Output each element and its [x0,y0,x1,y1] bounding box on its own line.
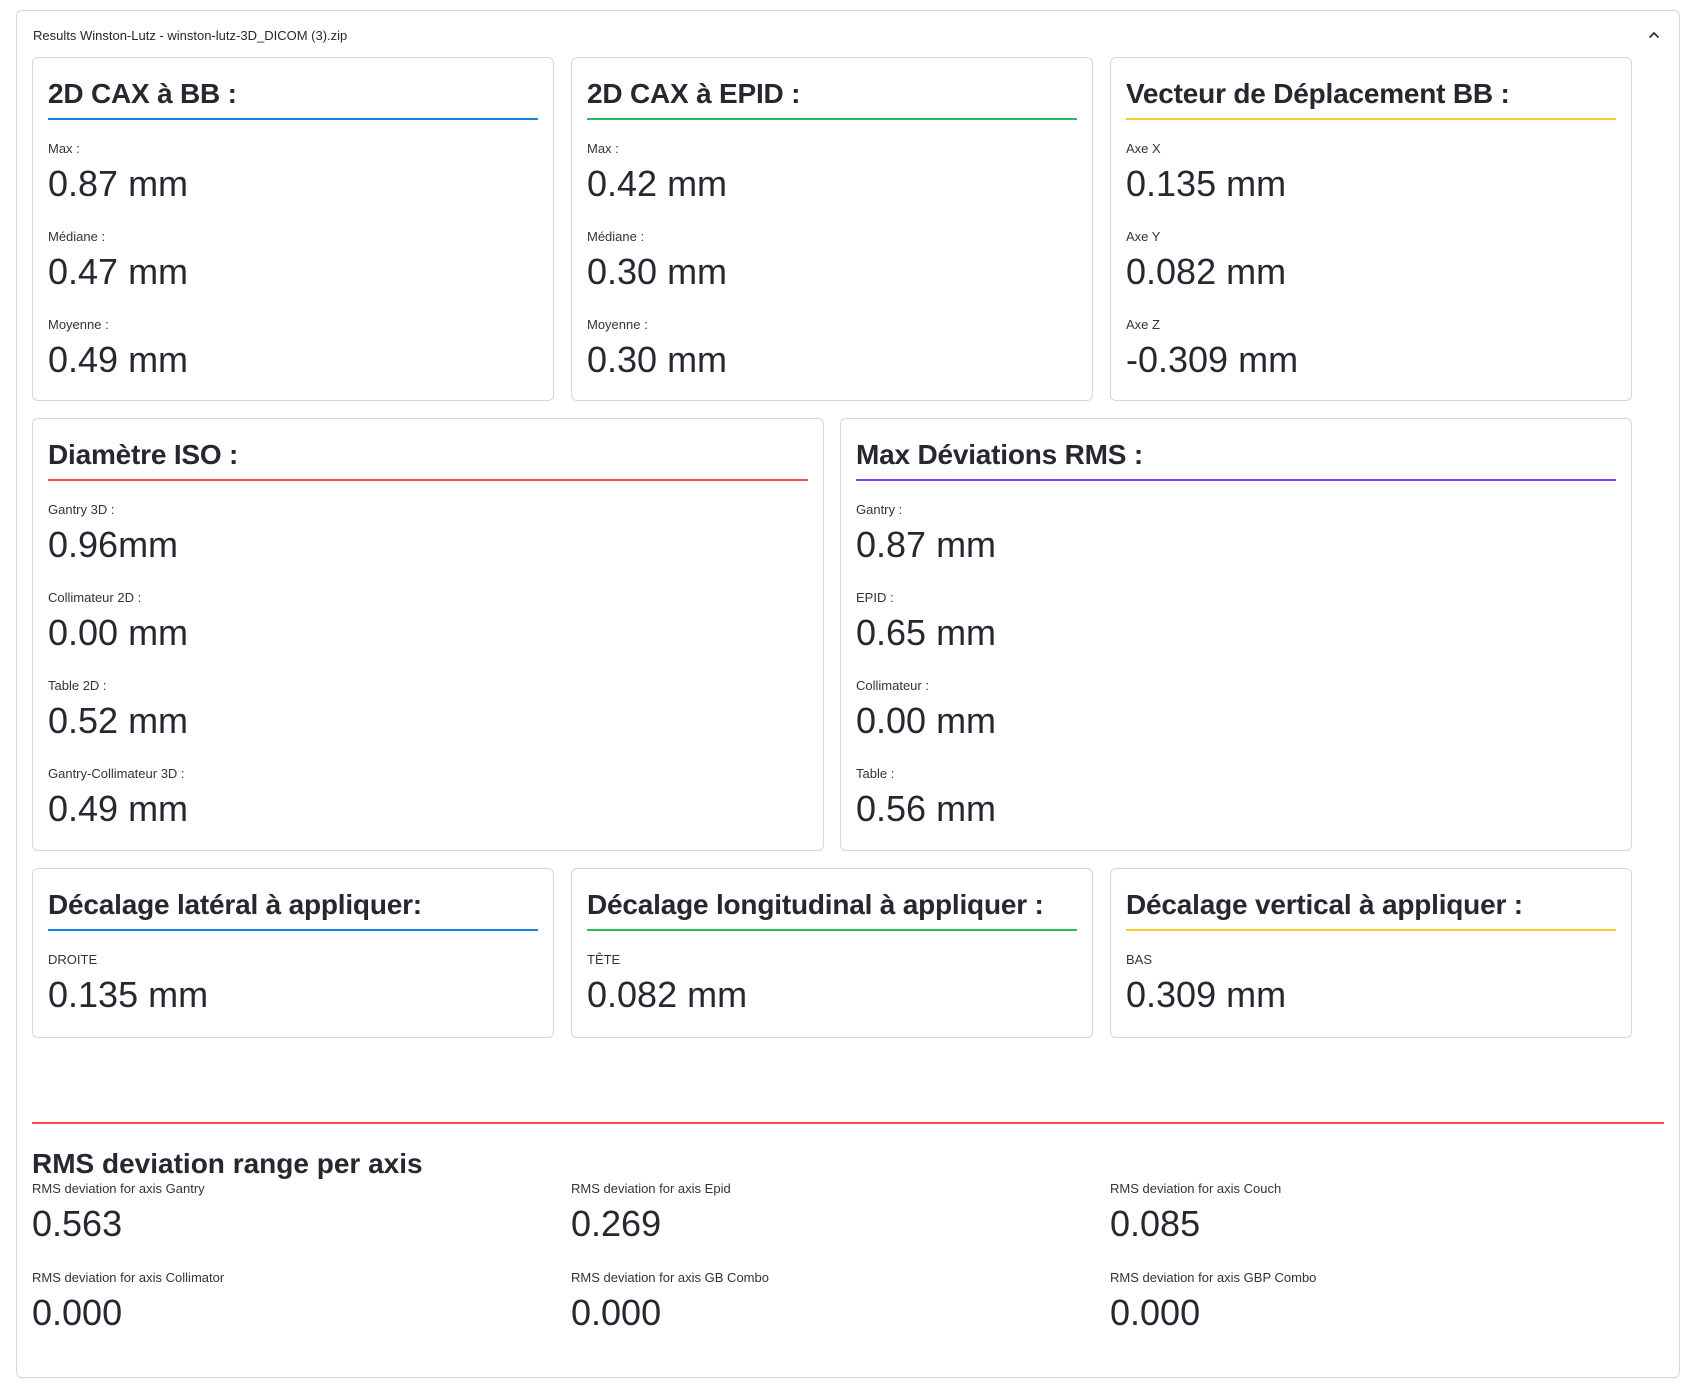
card-decalage-lateral: Décalage latéral à appliquer: DROITE 0.1… [32,868,554,1038]
metric-max: Max : 0.42 mm [587,140,1077,207]
rms-metric-gbp-combo: RMS deviation for axis GBP Combo 0.000 [1110,1269,1610,1336]
metric-label: Table 2D : [48,678,107,693]
rms-metric-gantry: RMS deviation for axis Gantry 0.563 [32,1180,532,1247]
metric-label: TÊTE [587,952,621,967]
rms-metric-collimator: RMS deviation for axis Collimator 0.000 [32,1269,532,1336]
metric-label: Max : [587,141,619,156]
metric-value: 0.87 mm [856,524,997,565]
metric-value: 0.65 mm [856,612,997,653]
card-title: Décalage latéral à appliquer: [48,889,538,931]
metric-label: Gantry : [856,502,903,517]
card-title: Max Déviations RMS : [856,439,1616,481]
expander-header[interactable]: Results Winston-Lutz - winston-lutz-3D_D… [17,11,1679,59]
rms-metric-couch: RMS deviation for axis Couch 0.085 [1110,1180,1610,1247]
metric-label: RMS deviation for axis Couch [1110,1181,1282,1196]
card-diametre-iso: Diamètre ISO : Gantry 3D : 0.96mm Collim… [32,418,824,851]
card-title: Diamètre ISO : [48,439,808,481]
metric-value: 0.00 mm [856,700,997,741]
metric-value: 0.309 mm [1126,974,1287,1015]
rms-metric-gb-combo: RMS deviation for axis GB Combo 0.000 [571,1269,1071,1336]
metric-median: Médiane : 0.30 mm [587,228,1077,295]
card-decalage-longitudinal: Décalage longitudinal à appliquer : TÊTE… [571,868,1093,1038]
metric-label: BAS [1126,952,1153,967]
metric-value: -0.309 mm [1126,339,1299,380]
metric-lateral-shift: DROITE 0.135 mm [48,951,538,1018]
metric-value: 0.47 mm [48,251,189,292]
card-title: Décalage longitudinal à appliquer : [587,889,1077,931]
metric-gantry-3d: Gantry 3D : 0.96mm [48,501,808,568]
metric-value: 0.135 mm [1126,163,1287,204]
metric-label: Médiane : [48,229,106,244]
metric-value: 0.082 mm [1126,251,1287,292]
metric-label: Moyenne : [587,317,648,332]
metric-value: 0.082 mm [587,974,748,1015]
metric-label: RMS deviation for axis GB Combo [571,1270,769,1285]
metric-value: 0.56 mm [856,788,997,829]
card-title: 2D CAX à BB : [48,78,538,120]
card-vecteur-deplacement: Vecteur de Déplacement BB : Axe X 0.135 … [1110,57,1632,401]
metric-label: Axe X [1126,141,1161,156]
chevron-up-icon[interactable] [1645,26,1663,44]
section-title: RMS deviation range per axis [32,1148,423,1179]
metric-epid: EPID : 0.65 mm [856,589,1616,656]
metric-label: Table : [856,766,895,781]
metric-value: 0.96mm [48,524,179,565]
metric-label: DROITE [48,952,98,967]
metric-value: 0.42 mm [587,163,728,204]
metric-collimateur-2d: Collimateur 2D : 0.00 mm [48,589,808,656]
rms-metric-epid: RMS deviation for axis Epid 0.269 [571,1180,1071,1247]
card-cax-epid: 2D CAX à EPID : Max : 0.42 mm Médiane : … [571,57,1093,401]
card-cax-bb: 2D CAX à BB : Max : 0.87 mm Médiane : 0.… [32,57,554,401]
metric-label: RMS deviation for axis Gantry [32,1181,205,1196]
metric-mean: Moyenne : 0.49 mm [48,316,538,383]
metric-value: 0.563 [32,1203,123,1244]
metric-axis-x: Axe X 0.135 mm [1126,140,1616,207]
metric-value: 0.87 mm [48,163,189,204]
metric-label: Max : [48,141,80,156]
metric-axis-y: Axe Y 0.082 mm [1126,228,1616,295]
metric-value: 0.30 mm [587,251,728,292]
card-max-deviations-rms: Max Déviations RMS : Gantry : 0.87 mm EP… [840,418,1632,851]
metric-axis-z: Axe Z -0.309 mm [1126,316,1616,383]
metric-label: EPID : [856,590,894,605]
metric-gantry-collimateur-3d: Gantry-Collimateur 3D : 0.49 mm [48,765,808,832]
metric-longitudinal-shift: TÊTE 0.082 mm [587,951,1077,1018]
metric-label: Axe Y [1126,229,1161,244]
metric-value: 0.000 [571,1292,662,1333]
expander-title: Results Winston-Lutz - winston-lutz-3D_D… [33,27,348,43]
metric-value: 0.000 [32,1292,123,1333]
card-title: Vecteur de Déplacement BB : [1126,78,1616,120]
metric-label: Gantry 3D : [48,502,115,517]
metric-value: 0.000 [1110,1292,1201,1333]
metric-value: 0.00 mm [48,612,189,653]
metric-label: Collimateur 2D : [48,590,142,605]
metric-label: Moyenne : [48,317,109,332]
card-title: 2D CAX à EPID : [587,78,1077,120]
card-title: Décalage vertical à appliquer : [1126,889,1616,931]
metric-value: 0.49 mm [48,788,189,829]
metric-value: 0.30 mm [587,339,728,380]
metric-table: Table : 0.56 mm [856,765,1616,832]
metric-collimateur: Collimateur : 0.00 mm [856,677,1616,744]
metric-gantry: Gantry : 0.87 mm [856,501,1616,568]
metric-label: Médiane : [587,229,645,244]
metric-vertical-shift: BAS 0.309 mm [1126,951,1616,1018]
metric-label: Collimateur : [856,678,929,693]
metric-label: Gantry-Collimateur 3D : [48,766,185,781]
metric-label: Axe Z [1126,317,1160,332]
metric-mean: Moyenne : 0.30 mm [587,316,1077,383]
metric-max: Max : 0.87 mm [48,140,538,207]
metric-label: RMS deviation for axis GBP Combo [1110,1270,1317,1285]
metric-median: Médiane : 0.47 mm [48,228,538,295]
section-divider [32,1122,1664,1124]
metric-label: RMS deviation for axis Epid [571,1181,731,1196]
metric-value: 0.085 [1110,1203,1201,1244]
metric-table-2d: Table 2D : 0.52 mm [48,677,808,744]
metric-value: 0.49 mm [48,339,189,380]
metric-value: 0.135 mm [48,974,209,1015]
metric-label: RMS deviation for axis Collimator [32,1270,225,1285]
card-decalage-vertical: Décalage vertical à appliquer : BAS 0.30… [1110,868,1632,1038]
metric-value: 0.269 [571,1203,662,1244]
metric-value: 0.52 mm [48,700,189,741]
